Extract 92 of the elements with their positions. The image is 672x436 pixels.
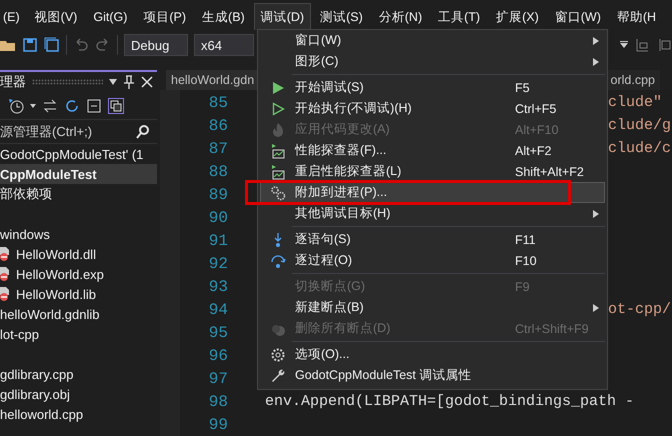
tree-item[interactable]: HelloWorld.lib <box>16 286 96 302</box>
code-line: clude" <box>607 94 664 111</box>
menu-entry[interactable]: 重启性能探查器(L) Shift+Alt+F2 <box>260 161 605 182</box>
line-number: 96 <box>208 346 228 364</box>
line-number: 90 <box>208 208 228 226</box>
tree-item[interactable]: gdlibrary.cpp <box>0 366 74 382</box>
chart-icon <box>270 142 286 158</box>
tree-item[interactable]: helloworld.cpp <box>0 406 84 422</box>
menu-entry[interactable]: 逐语句(S) F11 <box>260 229 605 250</box>
menu-item[interactable]: 项目(P) <box>136 3 194 30</box>
code-line: env.Append(LIBPATH=[godot_bindings_path - <box>264 393 636 410</box>
gear-icon <box>270 346 286 362</box>
excluded-file-icon <box>0 287 10 301</box>
menu-item[interactable]: 视图(V) <box>28 3 84 30</box>
configuration-dropdown[interactable]: Debug <box>124 34 188 56</box>
menu-entry[interactable]: 性能探查器(F)... Alt+F2 <box>260 140 605 161</box>
menu-item[interactable]: 窗口(W) <box>548 3 608 30</box>
line-number: 88 <box>208 162 228 180</box>
menu-entry[interactable]: 开始执行(不调试)(H) Ctrl+F5 <box>260 98 605 119</box>
line-number: 85 <box>208 94 228 112</box>
save-icon <box>22 37 38 53</box>
line-number: 98 <box>208 392 228 410</box>
code-line: clude/c <box>607 140 672 157</box>
close-icon <box>141 76 153 88</box>
code-line: ot-cpp/ <box>607 301 672 318</box>
caret-icon <box>109 79 117 85</box>
tree-item[interactable]: gdlibrary.obj <box>0 386 70 402</box>
menu-entry[interactable]: 逐过程(O) F10 <box>260 250 605 271</box>
menu-item[interactable]: 帮助(H <box>610 3 664 30</box>
menu-item[interactable]: 扩展(X) <box>489 3 546 30</box>
pages-icon <box>108 98 124 114</box>
caret-icon <box>620 41 628 49</box>
menu-entry[interactable]: 其他调试目标(H) <box>260 203 605 224</box>
gears-icon <box>270 184 286 200</box>
menu-entry[interactable]: 选项(O)... <box>260 344 605 365</box>
code-line: clude/g <box>607 117 672 134</box>
tree-item[interactable]: windows <box>0 226 50 242</box>
tree-item[interactable]: 部依赖项 <box>0 185 52 203</box>
menu-item[interactable]: 分析(N) <box>372 3 430 30</box>
tree-item[interactable]: helloWorld.gdnlib <box>0 306 100 322</box>
play-icon <box>270 80 286 96</box>
line-number: 87 <box>208 140 228 158</box>
menu-entry[interactable]: 开始调试(S) F5 <box>260 77 605 98</box>
excluded-file-icon <box>0 267 10 281</box>
menu-entry[interactable]: GodotCppModuleTest 调试属性 <box>260 365 605 386</box>
menu-item[interactable]: 工具(T) <box>431 3 488 30</box>
line-number: 99 <box>208 416 228 434</box>
file-tab[interactable]: orld.cpp <box>606 70 660 90</box>
flame-icon <box>270 122 286 138</box>
sync-icon <box>42 98 58 114</box>
menu-entry[interactable]: 图形(C) <box>260 51 605 72</box>
platform-dropdown[interactable]: x64 <box>194 34 254 56</box>
tree-item[interactable]: lot-cpp <box>0 326 40 342</box>
line-number: 89 <box>208 186 228 204</box>
menu-item[interactable]: Git(G) <box>86 3 134 30</box>
submenu-arrow-icon <box>593 36 599 44</box>
submenu-arrow-icon <box>593 210 599 218</box>
menu-item[interactable]: 测试(S) <box>313 3 370 30</box>
step-over-icon <box>270 252 286 268</box>
search-icon <box>135 124 151 140</box>
tree-item[interactable]: HelloWorld.exp <box>16 266 104 282</box>
collapse-icon <box>86 98 102 114</box>
file-tab[interactable]: helloWorld.gdn <box>166 70 260 90</box>
line-number: 94 <box>208 300 228 318</box>
tree-item[interactable]: HelloWorld.dll <box>16 246 96 262</box>
pin-icon <box>123 75 135 89</box>
play-outline-icon <box>270 100 286 116</box>
refresh-icon <box>64 98 80 114</box>
caret-icon <box>30 104 36 108</box>
chart-icon <box>270 164 286 180</box>
line-number: 91 <box>208 232 228 250</box>
wrench-icon <box>270 368 286 384</box>
save-all-icon <box>44 37 60 53</box>
panel-title: 理器 <box>0 73 26 91</box>
line-number: 93 <box>208 278 228 296</box>
toolbar-icon <box>634 37 650 53</box>
menu-entry[interactable]: 附加到进程(P)... <box>260 182 605 203</box>
menu-entry[interactable]: 窗口(W) <box>260 30 605 51</box>
line-number: 92 <box>208 254 228 272</box>
history-icon <box>8 98 24 114</box>
line-number: 86 <box>208 116 228 134</box>
submenu-arrow-icon <box>593 58 599 66</box>
menu-item[interactable]: (E) <box>0 3 23 30</box>
menu-entry[interactable]: 新建断点(B) <box>260 297 605 318</box>
search-field[interactable]: 源管理器(Ctrl+;) <box>0 122 92 140</box>
tree-item[interactable]: GodotCppModuleTest' (1 <box>0 146 144 162</box>
submenu-arrow-icon <box>593 304 599 312</box>
excluded-file-icon <box>0 247 10 261</box>
menu-item[interactable]: 调试(D) <box>254 3 312 30</box>
line-number: 95 <box>208 324 228 342</box>
line-number: 97 <box>208 370 228 388</box>
menu-item[interactable]: 生成(B) <box>195 3 252 30</box>
